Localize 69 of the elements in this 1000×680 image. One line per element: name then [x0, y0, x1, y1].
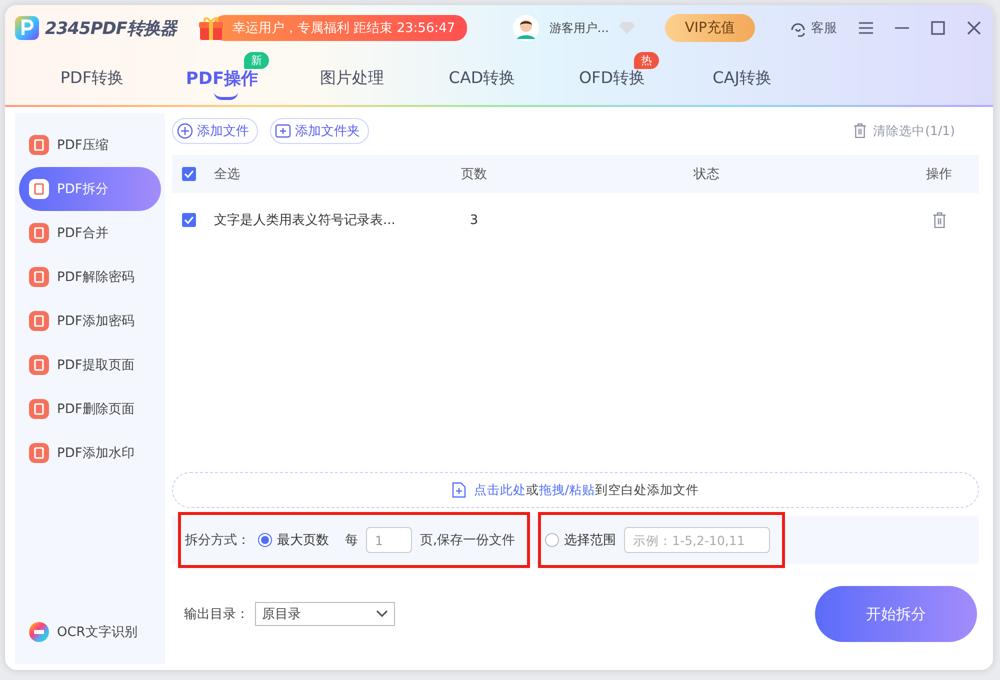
document-icon	[29, 443, 49, 463]
check-icon	[184, 216, 194, 224]
close-icon	[967, 21, 981, 35]
file-name-cell-text: 文字是人类用表义符号记录表...	[214, 212, 396, 229]
column-header: 状态	[692, 166, 720, 183]
sidebar-item[interactable]: PDF解除密码	[19, 255, 161, 299]
range-field[interactable]: 示例：1-5,2-10,11	[624, 527, 770, 553]
output-dir-label: 输出目录：	[184, 606, 249, 623]
drop-link[interactable]: 拖拽/粘贴	[538, 482, 596, 496]
sidebar-item[interactable]: PDF合并	[19, 211, 161, 255]
diamond-icon	[618, 22, 635, 34]
maximize-icon	[931, 21, 945, 35]
close-button[interactable]	[965, 19, 983, 37]
column-header: 页数	[460, 166, 488, 183]
logo-icon	[15, 16, 39, 40]
document-icon	[29, 179, 49, 199]
user-name[interactable]: 游客用户...	[549, 20, 609, 36]
avatar-icon[interactable]	[513, 15, 540, 41]
sidebar-item[interactable]: PDF添加水印	[19, 431, 161, 475]
per-suffix-label: 页,保存一份文件	[420, 532, 516, 549]
document-icon	[29, 267, 49, 287]
service-button[interactable]: 客服	[787, 17, 839, 39]
per-label: 每	[345, 532, 358, 549]
radio-option[interactable]: 选择范围	[545, 531, 616, 549]
document-icon	[29, 311, 49, 331]
menu-icon	[859, 22, 873, 34]
nav-tab[interactable]: 图片处理	[287, 56, 417, 100]
document-icon	[29, 135, 49, 155]
row-checkbox[interactable]	[182, 213, 196, 227]
add-file-icon	[452, 482, 466, 498]
menu-button[interactable]	[857, 20, 875, 36]
trash-icon	[853, 123, 868, 139]
sidebar-item[interactable]: PDF删除页面	[19, 387, 161, 431]
plus-icon	[177, 123, 193, 139]
chevron-icon	[376, 610, 388, 618]
drop-zone[interactable]: 点击此处或拖拽/粘贴到空白处添加文件	[172, 472, 979, 508]
select-all-checkbox[interactable]	[182, 167, 196, 181]
plus-icon	[275, 124, 291, 138]
check-icon	[184, 170, 194, 178]
document-icon	[29, 355, 49, 375]
maximize-button[interactable]	[929, 19, 947, 37]
add-file-button[interactable]: 添加文件	[172, 118, 258, 144]
document-icon	[29, 399, 49, 419]
drop-hint: 点击此处或拖拽/粘贴到空白处添加文件	[474, 482, 700, 498]
output-dir-select[interactable]: 原目录	[255, 602, 395, 626]
nav-tab[interactable]: CAJ转换	[677, 56, 807, 100]
split-mode-label: 拆分方式：	[185, 532, 250, 549]
sidebar-item[interactable]: PDF压缩	[19, 123, 161, 167]
app-logo-text: 2345PDF转换器	[45, 18, 176, 40]
tab-badge: 热	[634, 52, 659, 69]
tab-badge: 新	[244, 52, 269, 69]
ocr-icon	[29, 622, 49, 642]
column-header: 全选	[214, 166, 241, 183]
delete-button[interactable]	[932, 212, 946, 228]
radio-option[interactable]: 最大页数	[258, 531, 329, 549]
page-count-cell-text: 3	[468, 212, 480, 228]
tab-indicator	[214, 92, 238, 100]
document-icon	[29, 223, 49, 243]
nav-tab[interactable]: CAD转换	[417, 56, 547, 100]
sidebar-item[interactable]: OCR文字识别	[19, 610, 161, 654]
sidebar-item[interactable]: PDF提取页面	[19, 343, 161, 387]
gift-icon	[196, 14, 224, 42]
sidebar-item[interactable]: PDF添加密码	[19, 299, 161, 343]
nav-tab[interactable]: PDF转换	[27, 56, 157, 100]
trash-icon	[932, 212, 946, 228]
vip-button[interactable]: VIP充值	[664, 14, 755, 42]
add-folder-button[interactable]: 添加文件夹	[270, 118, 369, 144]
drop-link[interactable]: 点击此处	[474, 482, 526, 496]
column-header: 操作	[925, 166, 953, 183]
